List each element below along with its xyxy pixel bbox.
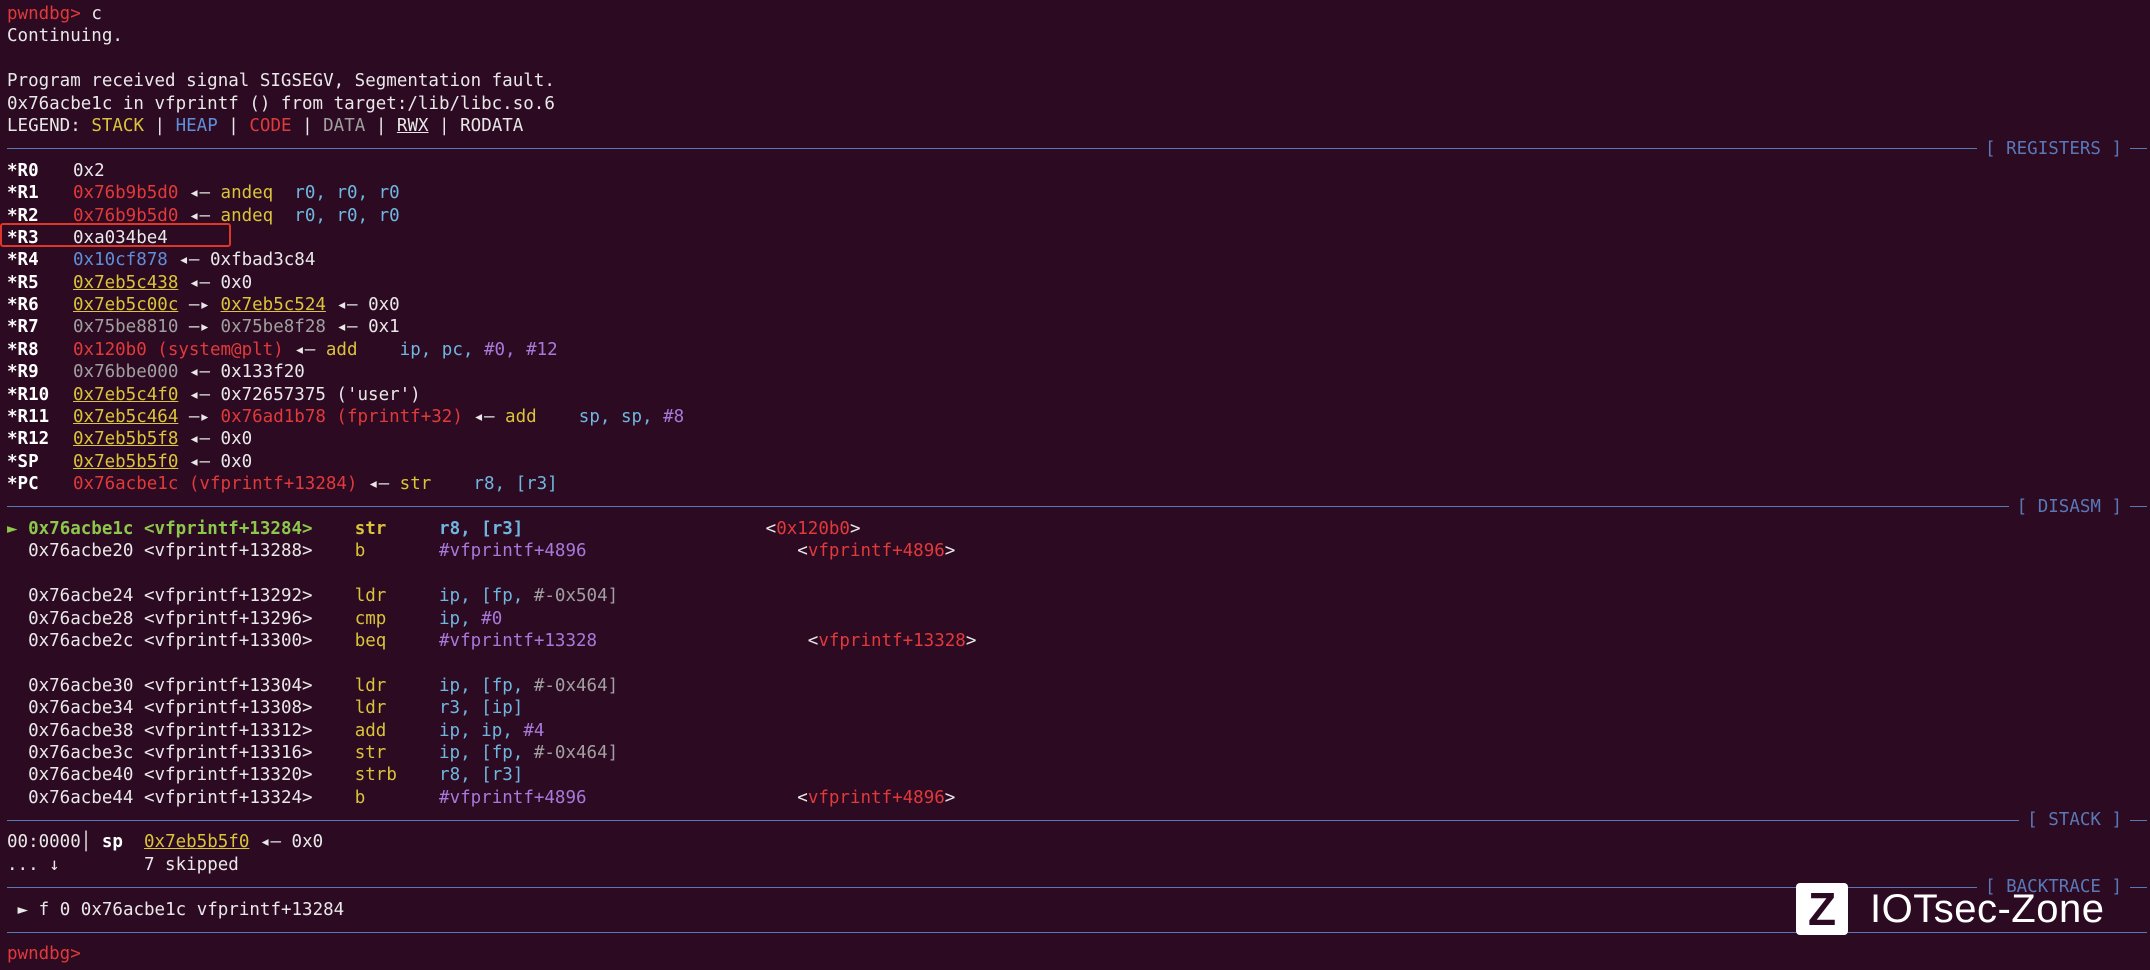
disasm-line: 0x76acbe30 <vfprintf+13304> ldr ip, [fp,… — [28, 675, 619, 696]
watermark: Z IOTsec-Zone — [1796, 883, 2104, 935]
continuing-line: Continuing. — [7, 26, 123, 47]
r3-highlight-box — [0, 223, 231, 247]
disasm-line: 0x76acbe3c <vfprintf+13316> str ip, [fp,… — [28, 742, 619, 763]
location-message: 0x76acbe1c in vfprintf () from target:/l… — [7, 93, 555, 114]
signal-message: Program received signal SIGSEGV, Segment… — [7, 71, 555, 92]
stack-skipped: ... ↓ 7 skipped — [7, 854, 239, 875]
legend-rodata: RODATA — [460, 115, 524, 136]
disasm-line: 0x76acbe34 <vfprintf+13308> ldr r3, [ip] — [28, 698, 524, 719]
disasm-line-current: ► 0x76acbe1c <vfprintf+13284> str r8, [r… — [7, 518, 861, 539]
register-sp: *SP 0x7eb5b5f0 ◂— 0x0 — [7, 451, 253, 472]
register-r2: *R2 0x76b9b5d0 ◂— andeq r0, r0, r0 — [7, 205, 400, 226]
register-r5: *R5 0x7eb5c438 ◂— 0x0 — [7, 272, 253, 293]
disasm-line: 0x76acbe38 <vfprintf+13312> add ip, ip, … — [28, 720, 545, 741]
prompt: pwndbg> — [7, 4, 81, 24]
current-instruction-marker: ► — [7, 518, 18, 539]
stack-separator: [ STACK ] — [7, 809, 2147, 831]
register-r9: *R9 0x76bbe000 ◂— 0x133f20 — [7, 362, 305, 383]
registers-separator: [ REGISTERS ] — [7, 137, 2147, 159]
iotsec-logo-icon: Z — [1796, 883, 1848, 935]
prompt-line[interactable]: pwndbg> — [7, 943, 2147, 965]
stack-entry: 00:0000│ sp 0x7eb5b5f0 ◂— 0x0 — [7, 832, 324, 853]
register-r12: *R12 0x7eb5b5f8 ◂— 0x0 — [7, 429, 253, 450]
register-r0: *R0 0x2 — [7, 160, 105, 181]
register-pc: *PC 0x76acbe1c (vfprintf+13284) ◂— str r8… — [7, 474, 558, 495]
terminal[interactable]: pwndbg> c Continuing. Program received s… — [7, 3, 2147, 966]
disasm-line: 0x76acbe24 <vfprintf+13292> ldr ip, [fp,… — [28, 586, 619, 607]
legend-code: CODE — [249, 115, 292, 136]
register-r4: *R4 0x10cf878 ◂— 0xfbad3c84 — [7, 250, 316, 271]
disasm-separator: [ DISASM ] — [7, 496, 2147, 518]
prompt: pwndbg> — [7, 944, 81, 965]
legend: LEGEND: STACK | HEAP | CODE | DATA | RWX… — [7, 115, 524, 136]
register-r1: *R1 0x76b9b5d0 ◂— andeq r0, r0, r0 — [7, 183, 400, 204]
legend-stack: STACK — [91, 115, 144, 136]
disasm-line: 0x76acbe40 <vfprintf+13320> strb r8, [r3… — [28, 765, 524, 786]
register-r7: *R7 0x75be8810 —▸ 0x75be8f28 ◂— 0x1 — [7, 317, 400, 338]
disasm-line: 0x76acbe20 <vfprintf+13288> b #vfprintf+… — [28, 541, 956, 562]
legend-rwx: RWX — [396, 115, 429, 136]
command-text: c — [91, 4, 102, 24]
register-r11: *R11 0x7eb5c464 —▸ 0x76ad1b78 (fprintf+32… — [7, 407, 685, 428]
register-r8: *R8 0x120b0 (system@plt) ◂— add ip, pc, #… — [7, 339, 558, 360]
register-r10: *R10 0x7eb5c4f0 ◂— 0x72657375 ('user') — [7, 384, 421, 405]
register-r3: *R3 0xa034be4 — [7, 227, 168, 248]
command-line: pwndbg> c — [7, 3, 2147, 25]
register-r6: *R6 0x7eb5c00c —▸ 0x7eb5c524 ◂— 0x0 — [7, 295, 400, 316]
legend-data: DATA — [323, 115, 366, 136]
legend-heap: HEAP — [175, 115, 218, 136]
disasm-line: 0x76acbe44 <vfprintf+13324> b #vfprintf+… — [28, 787, 956, 808]
watermark-brand: IOTsec-Zone — [1870, 886, 2105, 931]
disasm-line: 0x76acbe28 <vfprintf+13296> cmp ip, #0 — [28, 608, 503, 629]
disasm-line: 0x76acbe2c <vfprintf+13300> beq #vfprint… — [28, 630, 977, 651]
